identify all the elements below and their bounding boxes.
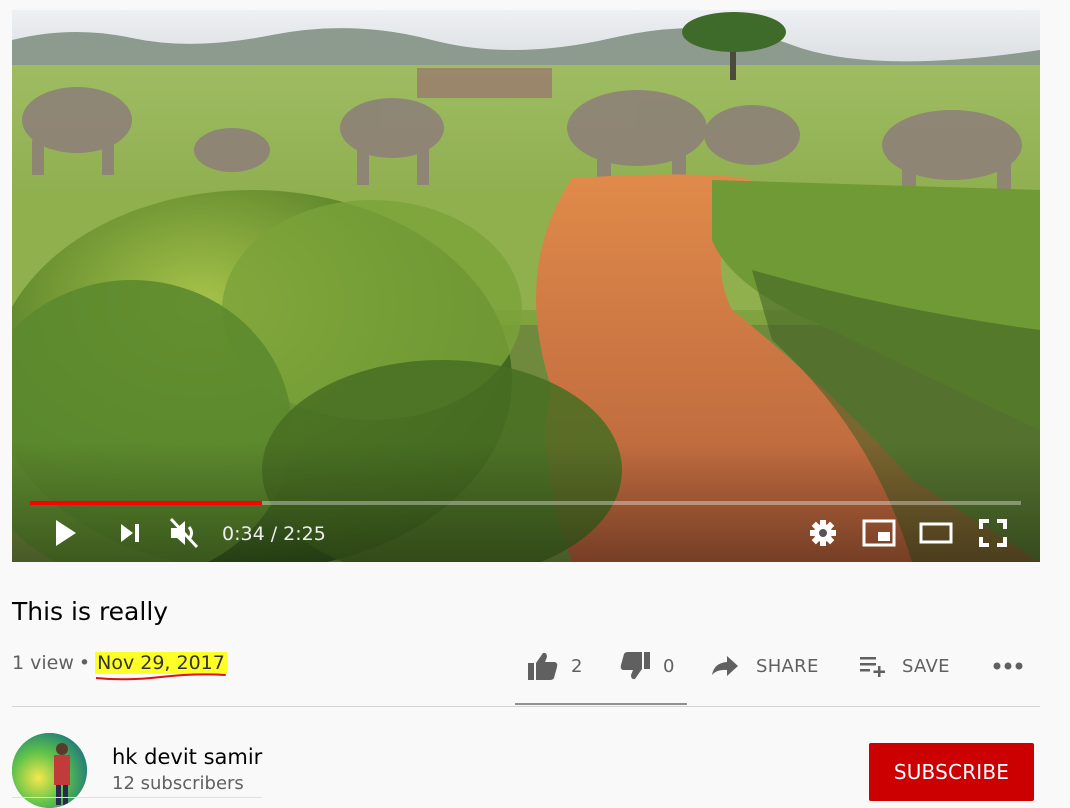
red-underline-annotation: [96, 673, 226, 681]
divider-line: [12, 797, 262, 798]
progress-bar[interactable]: [30, 501, 1021, 505]
like-button[interactable]: 2: [527, 644, 583, 688]
thumb-down-icon: [620, 652, 650, 680]
settings-gear-icon[interactable]: [808, 518, 838, 548]
video-meta: 1 view • Nov 29, 2017: [12, 652, 227, 681]
time-display: 0:34 / 2:25: [222, 523, 326, 545]
upload-date: Nov 29, 2017: [95, 652, 227, 681]
meta-separator: •: [78, 652, 91, 674]
volume-muted-icon[interactable]: [166, 515, 202, 551]
share-arrow-icon: [712, 656, 738, 676]
view-count: 1 view: [12, 652, 74, 674]
dislike-count: 0: [663, 655, 675, 677]
thumb-up-icon: [528, 652, 558, 680]
play-icon[interactable]: [52, 517, 80, 549]
next-icon[interactable]: [116, 519, 144, 547]
video-player[interactable]: 0:34 / 2:25: [12, 10, 1040, 562]
playlist-add-icon: [860, 657, 885, 677]
channel-name[interactable]: hk devit samir: [112, 745, 262, 769]
share-button[interactable]: SHARE: [711, 644, 819, 688]
theater-mode-icon[interactable]: [918, 518, 954, 548]
progress-played: [30, 501, 262, 505]
save-label: SAVE: [902, 655, 950, 677]
like-ratio-bar: [515, 703, 687, 705]
subscribe-button[interactable]: SUBSCRIBE: [869, 743, 1034, 801]
upload-date-text: Nov 29, 2017: [97, 652, 225, 674]
like-count: 2: [571, 655, 583, 677]
section-divider: [12, 706, 1040, 707]
video-title: This is really: [12, 597, 169, 626]
current-time: 0:34: [222, 523, 265, 545]
miniplayer-icon[interactable]: [861, 516, 897, 550]
save-button[interactable]: SAVE: [859, 644, 950, 688]
more-horizontal-icon[interactable]: [993, 644, 1023, 688]
subscriber-count: 12 subscribers: [112, 773, 244, 794]
duration: 2:25: [283, 523, 326, 545]
dislike-button[interactable]: 0: [619, 644, 675, 688]
share-label: SHARE: [756, 655, 819, 677]
fullscreen-icon[interactable]: [976, 516, 1010, 550]
